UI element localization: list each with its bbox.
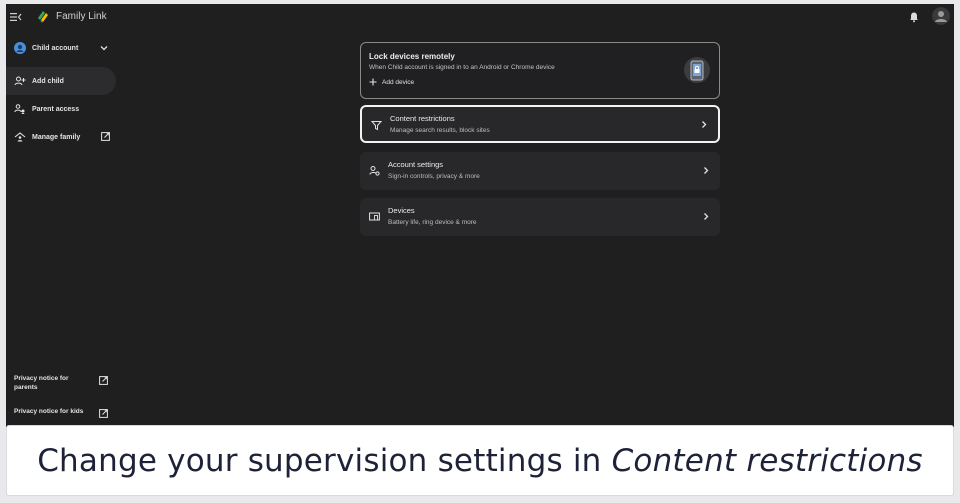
add-person-icon <box>14 76 26 86</box>
lock-devices-card: Lock devices remotely When Child account… <box>360 42 720 99</box>
add-device-label: Add device <box>382 78 415 86</box>
bell-icon[interactable] <box>908 11 920 23</box>
avatar[interactable] <box>932 7 950 25</box>
devices-row[interactable]: Devices Battery life, ring device & more <box>360 198 720 236</box>
sidebar-item-label: Add child <box>32 77 64 85</box>
sidebar-item-label: Parent access <box>32 105 80 113</box>
external-link-icon <box>99 376 108 385</box>
caption-text: Change your supervision settings in Cont… <box>37 443 923 479</box>
app-window: Family Link Child account Add child Pare… <box>6 4 954 462</box>
row-title: Account settings <box>388 160 444 169</box>
sidebar-item-parent-access[interactable]: Parent access <box>6 95 116 123</box>
content-restrictions-row[interactable]: Content restrictions Manage search resul… <box>360 105 720 143</box>
row-subtitle: Manage search results, block sites <box>390 127 490 134</box>
child-avatar-icon <box>14 42 26 54</box>
devices-icon <box>369 212 380 221</box>
sidebar-item-label: Manage family <box>32 133 81 141</box>
family-link-logo-icon <box>38 11 48 23</box>
account-switcher-label: Child account <box>32 44 79 52</box>
privacy-notice-parents-label: Privacy notice for parents <box>14 375 69 391</box>
sidebar: Child account Add child Parent access Ma… <box>6 34 118 454</box>
caption-banner: Change your supervision settings in Cont… <box>6 425 954 496</box>
privacy-notice-parents-link[interactable]: Privacy notice for parents <box>14 374 114 396</box>
row-title: Content restrictions <box>390 114 455 123</box>
account-switcher[interactable]: Child account <box>6 34 116 62</box>
caption-emphasis: Content restrictions <box>611 442 923 479</box>
external-link-icon <box>99 409 108 418</box>
sidebar-item-manage-family[interactable]: Manage family <box>6 123 116 151</box>
row-subtitle: Battery life, ring device & more <box>388 219 477 226</box>
filter-icon <box>371 121 382 131</box>
chevron-right-icon <box>704 213 709 220</box>
plus-icon <box>369 78 377 86</box>
privacy-notice-kids-label: Privacy notice for kids <box>14 408 84 415</box>
sidebar-item-add-child[interactable]: Add child <box>6 67 116 95</box>
row-subtitle: Sign-in controls, privacy & more <box>388 173 480 180</box>
account-settings-row[interactable]: Account settings Sign-in controls, priva… <box>360 152 720 190</box>
chevron-right-icon <box>702 121 707 128</box>
caption-prefix: Change your supervision settings in <box>37 442 612 479</box>
account-settings-icon <box>369 166 380 176</box>
chevron-right-icon <box>704 167 709 174</box>
menu-icon[interactable] <box>10 11 22 23</box>
lock-card-title: Lock devices remotely <box>369 52 455 61</box>
external-link-icon <box>101 132 110 141</box>
app-title: Family Link <box>56 11 107 22</box>
row-title: Devices <box>388 206 415 215</box>
top-bar: Family Link <box>6 4 954 30</box>
parent-access-icon <box>14 104 25 114</box>
lock-card-subtitle: When Child account is signed in to an An… <box>369 64 555 71</box>
chevron-down-icon <box>100 46 108 51</box>
home-icon <box>14 132 26 142</box>
locked-device-illustration-icon <box>684 57 710 83</box>
add-device-button[interactable]: Add device <box>369 78 414 86</box>
